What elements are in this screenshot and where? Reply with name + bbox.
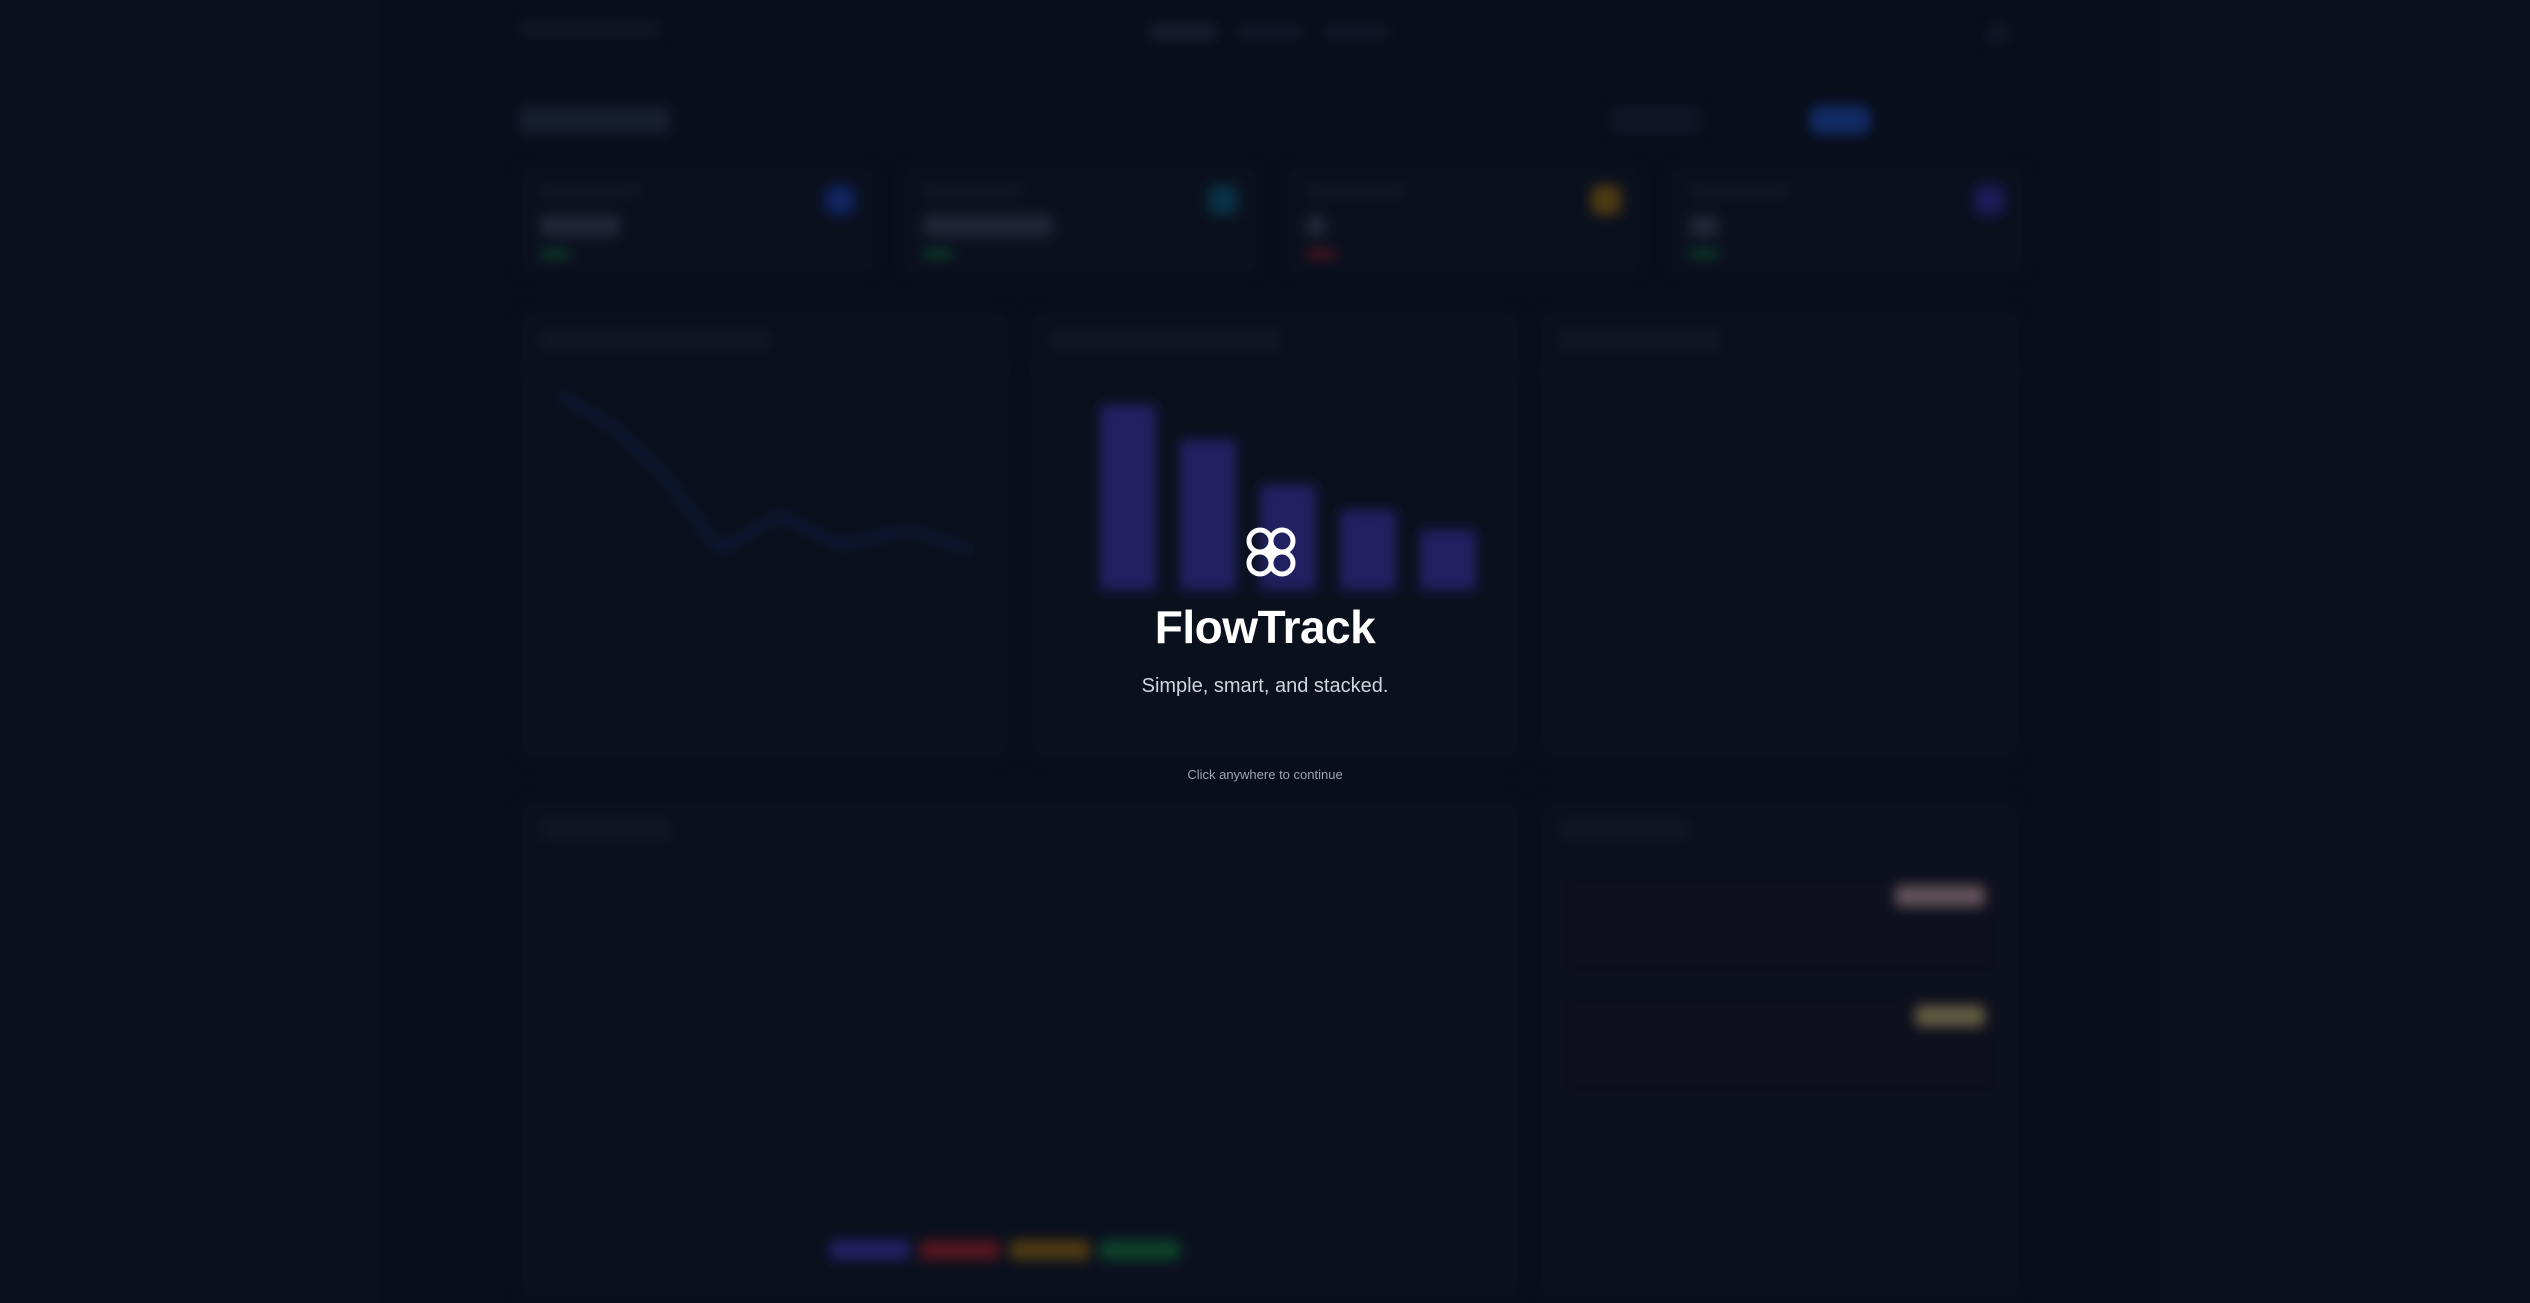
splash-overlay[interactable]: FlowTrack Simple, smart, and stacked. Cl…	[0, 0, 2530, 1303]
app-root: FlowTrack Simple, smart, and stacked. Cl…	[0, 0, 2530, 1303]
flowtrack-logo-icon	[1243, 524, 1299, 580]
app-tagline: Simple, smart, and stacked.	[1141, 675, 1389, 697]
continue-hint: Click anywhere to continue	[1187, 767, 1343, 782]
app-name: FlowTrack	[1154, 601, 1376, 653]
